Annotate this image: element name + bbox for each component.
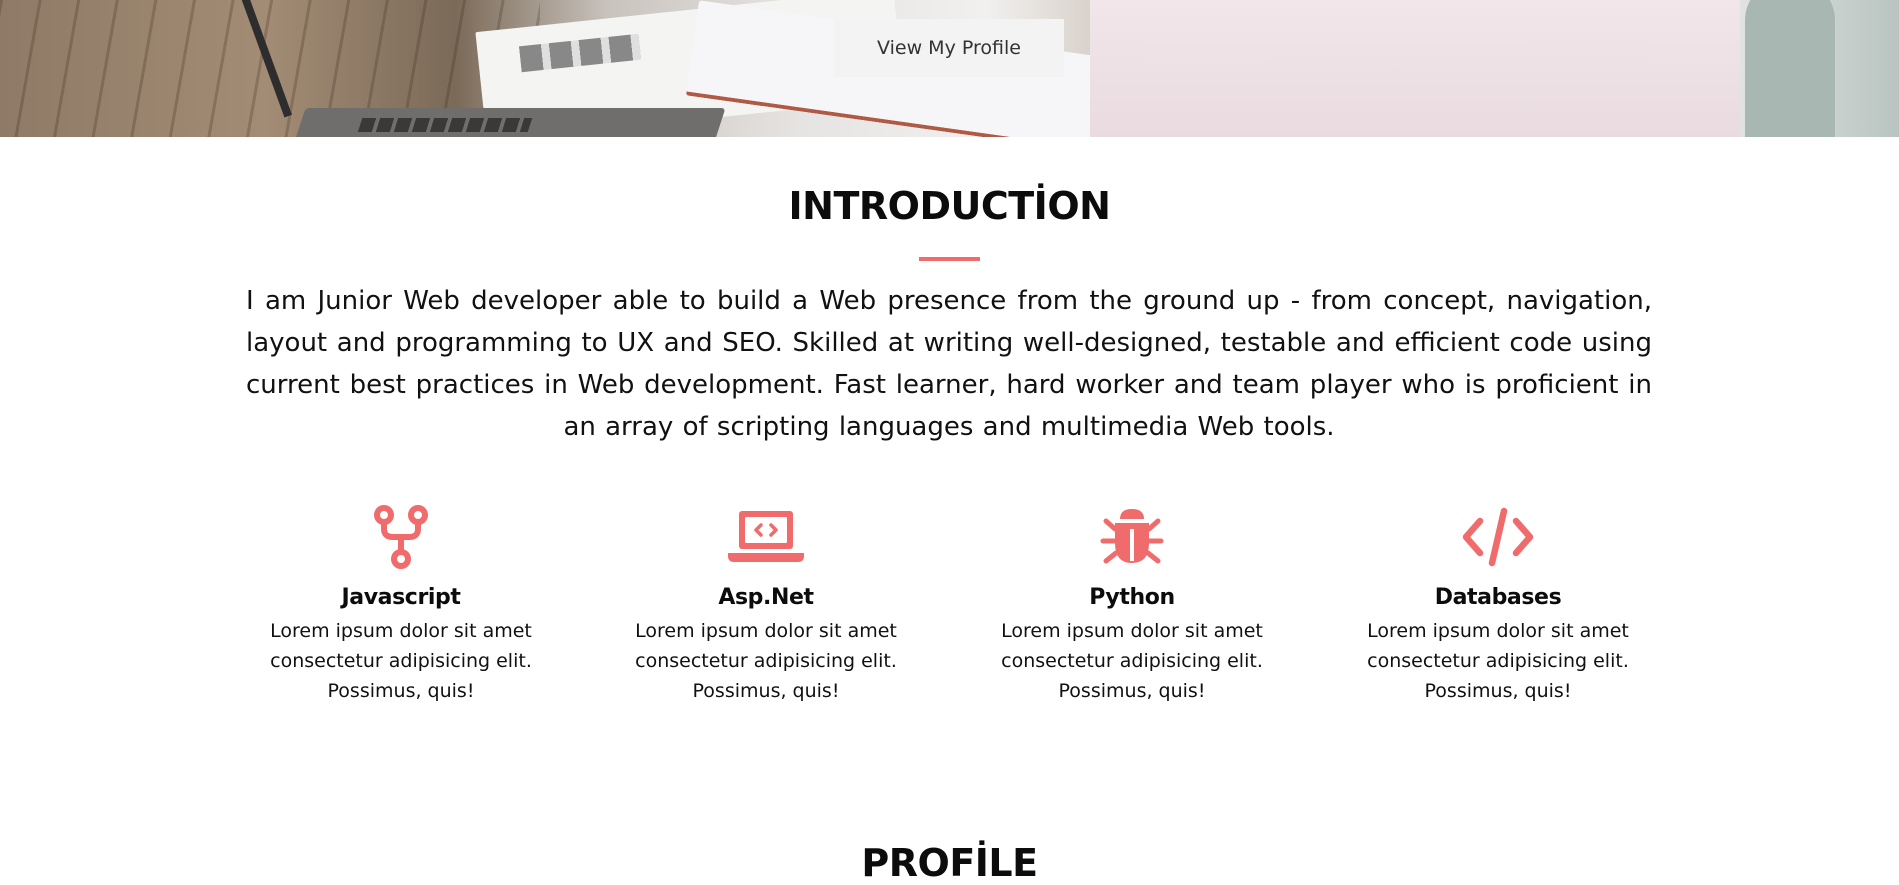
- code-fork-icon: [374, 505, 428, 569]
- hero-banner: View My Profile: [0, 0, 1899, 137]
- skills-grid: Javascript Lorem ipsum dolor sit amet co…: [0, 505, 1899, 705]
- bug-icon: [1100, 509, 1164, 564]
- skill-description: Lorem ipsum dolor sit amet consectetur a…: [270, 620, 532, 702]
- skill-card-aspnet: Asp.Net Lorem ipsum dolor sit amet conse…: [616, 505, 916, 706]
- profile-title: PROFİLE: [861, 841, 1038, 885]
- skill-description: Lorem ipsum dolor sit amet consectetur a…: [1367, 620, 1629, 702]
- skill-description: Lorem ipsum dolor sit amet consectetur a…: [635, 620, 897, 702]
- hero-laptop-keys: [357, 118, 533, 132]
- skill-name: Javascript: [341, 585, 461, 610]
- title-divider: [919, 257, 980, 261]
- hero-person: [1090, 0, 1740, 137]
- view-profile-button[interactable]: View My Profile: [834, 19, 1064, 77]
- hero-chair: [1745, 0, 1835, 137]
- introduction-title: INTRODUCTİON: [788, 184, 1111, 228]
- skill-name: Databases: [1434, 585, 1562, 610]
- skill-description: Lorem ipsum dolor sit amet consectetur a…: [1001, 620, 1263, 702]
- skill-card-python: Python Lorem ipsum dolor sit amet consec…: [982, 505, 1282, 706]
- skill-card-javascript: Javascript Lorem ipsum dolor sit amet co…: [251, 505, 551, 706]
- laptop-code-icon: [728, 511, 804, 562]
- skill-name: Asp.Net: [718, 585, 814, 610]
- skill-card-databases: Databases Lorem ipsum dolor sit amet con…: [1348, 505, 1648, 706]
- introduction-text: I am Junior Web developer able to build …: [246, 286, 1652, 442]
- code-icon: [1462, 507, 1534, 567]
- skill-name: Python: [1089, 585, 1175, 610]
